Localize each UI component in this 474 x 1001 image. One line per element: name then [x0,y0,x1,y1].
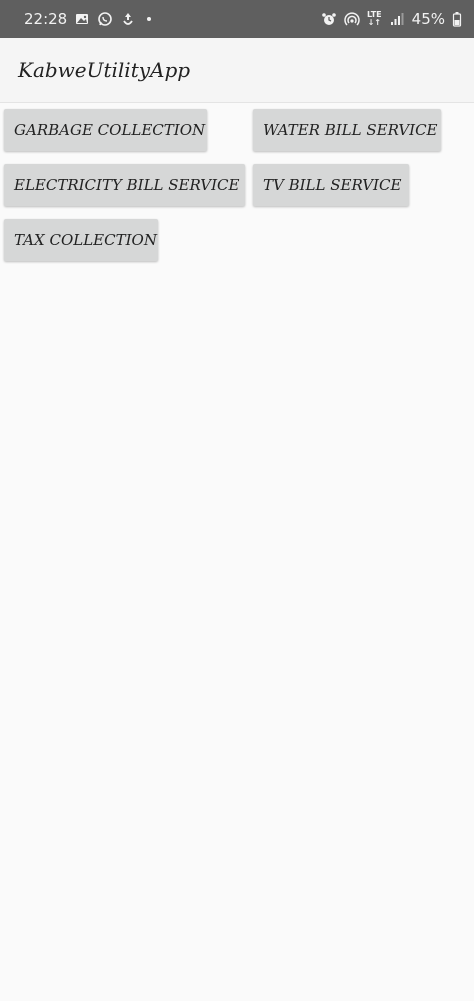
whatsapp-icon [97,11,113,27]
garbage-collection-button[interactable]: GARBAGE COLLECTION [4,109,207,151]
battery-level: 45% [411,10,445,28]
alarm-icon [321,11,337,27]
status-time: 22:28 [24,10,68,28]
tv-bill-service-button[interactable]: TV BILL SERVICE [253,164,409,206]
upload-icon [120,11,136,27]
signal-icon [389,11,405,27]
gallery-icon [74,11,90,27]
battery-icon [452,11,462,27]
water-bill-service-button[interactable]: WATER BILL SERVICE [253,109,441,151]
lte-arrows: ↓↑ [367,18,381,27]
tax-collection-button[interactable]: TAX COLLECTION [4,219,158,261]
app-title: KabweUtilityApp [18,58,191,82]
lte-icon: LTE ↓↑ [367,11,382,27]
hotspot-icon [344,11,360,27]
electricity-bill-service-button[interactable]: ELECTRICITY BILL SERVICE [4,164,245,206]
status-bar: 22:28 LTE ↓↑ 45% [0,0,474,38]
app-bar: KabweUtilityApp [0,38,474,103]
dot-icon [147,17,152,21]
status-left: 22:28 [24,10,152,28]
status-right: LTE ↓↑ 45% [321,10,462,28]
